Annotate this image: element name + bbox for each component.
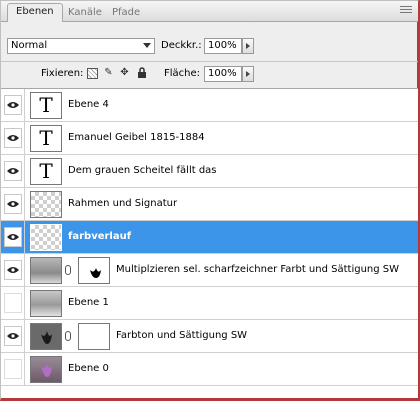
image-layer-thumbnail[interactable] — [30, 290, 62, 317]
lock-position-move-icon[interactable]: ✥ — [119, 67, 130, 78]
tab-label: Kanäle — [68, 7, 102, 18]
fill-value: 100% — [208, 68, 237, 79]
eye-icon — [7, 234, 19, 240]
chevron-down-icon — [143, 43, 151, 48]
layer-row[interactable]: T Dem grauen Scheitel fällt das — [1, 155, 418, 188]
opacity-input[interactable]: 100% — [204, 38, 242, 54]
flower-icon — [41, 363, 52, 377]
eye-icon — [7, 168, 19, 174]
blend-mode-value: Normal — [11, 40, 48, 51]
link-chain-icon[interactable] — [65, 265, 71, 275]
layer-mask-thumbnail[interactable] — [78, 257, 110, 284]
fill-slider-button[interactable] — [242, 66, 254, 82]
tab-label: Ebenen — [16, 6, 54, 17]
eye-icon — [7, 201, 19, 207]
layer-name[interactable]: farbverlauf — [68, 231, 131, 242]
layer-name[interactable]: Farbton und Sättigung SW — [116, 330, 247, 341]
lock-transparency-icon[interactable] — [87, 68, 98, 79]
visibility-toggle[interactable] — [4, 161, 22, 181]
opacity-slider-button[interactable] — [242, 38, 254, 54]
image-layer-thumbnail[interactable] — [30, 356, 62, 383]
layer-row[interactable]: T Emanuel Geibel 1815-1884 — [1, 122, 418, 155]
fill-input[interactable]: 100% — [204, 66, 242, 82]
lock-pixels-brush-icon[interactable]: ✎ — [103, 67, 114, 78]
tab-pfade[interactable]: Pfade — [103, 4, 149, 21]
layer-name[interactable]: Emanuel Geibel 1815-1884 — [68, 132, 205, 143]
layers-list: T Ebene 4 T Emanuel Geibel 1815-1884 T D… — [1, 89, 418, 398]
layer-name[interactable]: Multiplzieren sel. scharfzeichner Farbt … — [116, 264, 399, 275]
layer-name[interactable]: Dem grauen Scheitel fällt das — [68, 165, 217, 176]
opacity-label: Deckkr.: — [161, 40, 202, 51]
text-layer-thumbnail[interactable]: T — [30, 125, 62, 152]
image-layer-thumbnail[interactable] — [30, 257, 62, 284]
panel-tab-bar: Ebenen Kanäle Pfade — [1, 1, 418, 22]
eye-icon — [7, 135, 19, 141]
opacity-value: 100% — [208, 40, 237, 51]
transparent-layer-thumbnail[interactable] — [30, 224, 62, 251]
blend-mode-select[interactable]: Normal — [7, 38, 155, 54]
visibility-toggle[interactable] — [4, 194, 22, 214]
text-layer-thumbnail[interactable]: T — [30, 92, 62, 119]
link-chain-icon[interactable] — [65, 331, 71, 341]
tab-ebenen[interactable]: Ebenen — [7, 3, 63, 22]
layer-name[interactable]: Ebene 4 — [68, 99, 109, 110]
layer-row[interactable]: T Ebene 4 — [1, 89, 418, 122]
layer-name[interactable]: Ebene 0 — [68, 363, 109, 374]
eye-icon — [7, 333, 19, 339]
flower-icon — [41, 331, 52, 344]
layer-name[interactable]: Rahmen und Signatur — [68, 198, 177, 209]
layer-row[interactable]: Farbton und Sättigung SW — [1, 320, 418, 353]
panel-menu-icon[interactable] — [400, 6, 412, 16]
visibility-toggle-off[interactable] — [4, 359, 22, 379]
fill-label: Fläche: — [164, 68, 201, 79]
lock-all-icon[interactable] — [136, 67, 147, 78]
lock-label: Fixieren: — [41, 68, 84, 79]
adjustment-layer-thumbnail[interactable] — [30, 323, 62, 350]
layers-panel: Ebenen Kanäle Pfade Normal Deckkr.: 100%… — [0, 0, 420, 401]
visibility-toggle[interactable] — [4, 128, 22, 148]
blend-row: Normal Deckkr.: 100% — [1, 23, 418, 54]
layer-row[interactable]: Multiplzieren sel. scharfzeichner Farbt … — [1, 254, 418, 287]
layer-name[interactable]: Ebene 1 — [68, 297, 109, 308]
visibility-toggle[interactable] — [4, 260, 22, 280]
transparent-layer-thumbnail[interactable] — [30, 191, 62, 218]
visibility-toggle[interactable] — [4, 326, 22, 346]
visibility-toggle-off[interactable] — [4, 293, 22, 313]
visibility-toggle[interactable] — [4, 95, 22, 115]
layer-row[interactable]: Ebene 1 — [1, 287, 418, 320]
layer-row[interactable]: Rahmen und Signatur — [1, 188, 418, 221]
layer-row[interactable]: Ebene 0 — [1, 353, 418, 386]
layer-row-selected[interactable]: farbverlauf — [1, 221, 418, 254]
visibility-toggle[interactable] — [4, 227, 22, 247]
tab-label: Pfade — [112, 7, 141, 18]
flower-mask-icon — [90, 268, 101, 278]
eye-icon — [7, 102, 19, 108]
eye-icon — [7, 267, 19, 273]
lock-row: Fixieren: ✎ ✥ Fläche: 100% — [1, 61, 418, 89]
layer-mask-thumbnail[interactable] — [78, 323, 110, 350]
text-layer-thumbnail[interactable]: T — [30, 158, 62, 185]
